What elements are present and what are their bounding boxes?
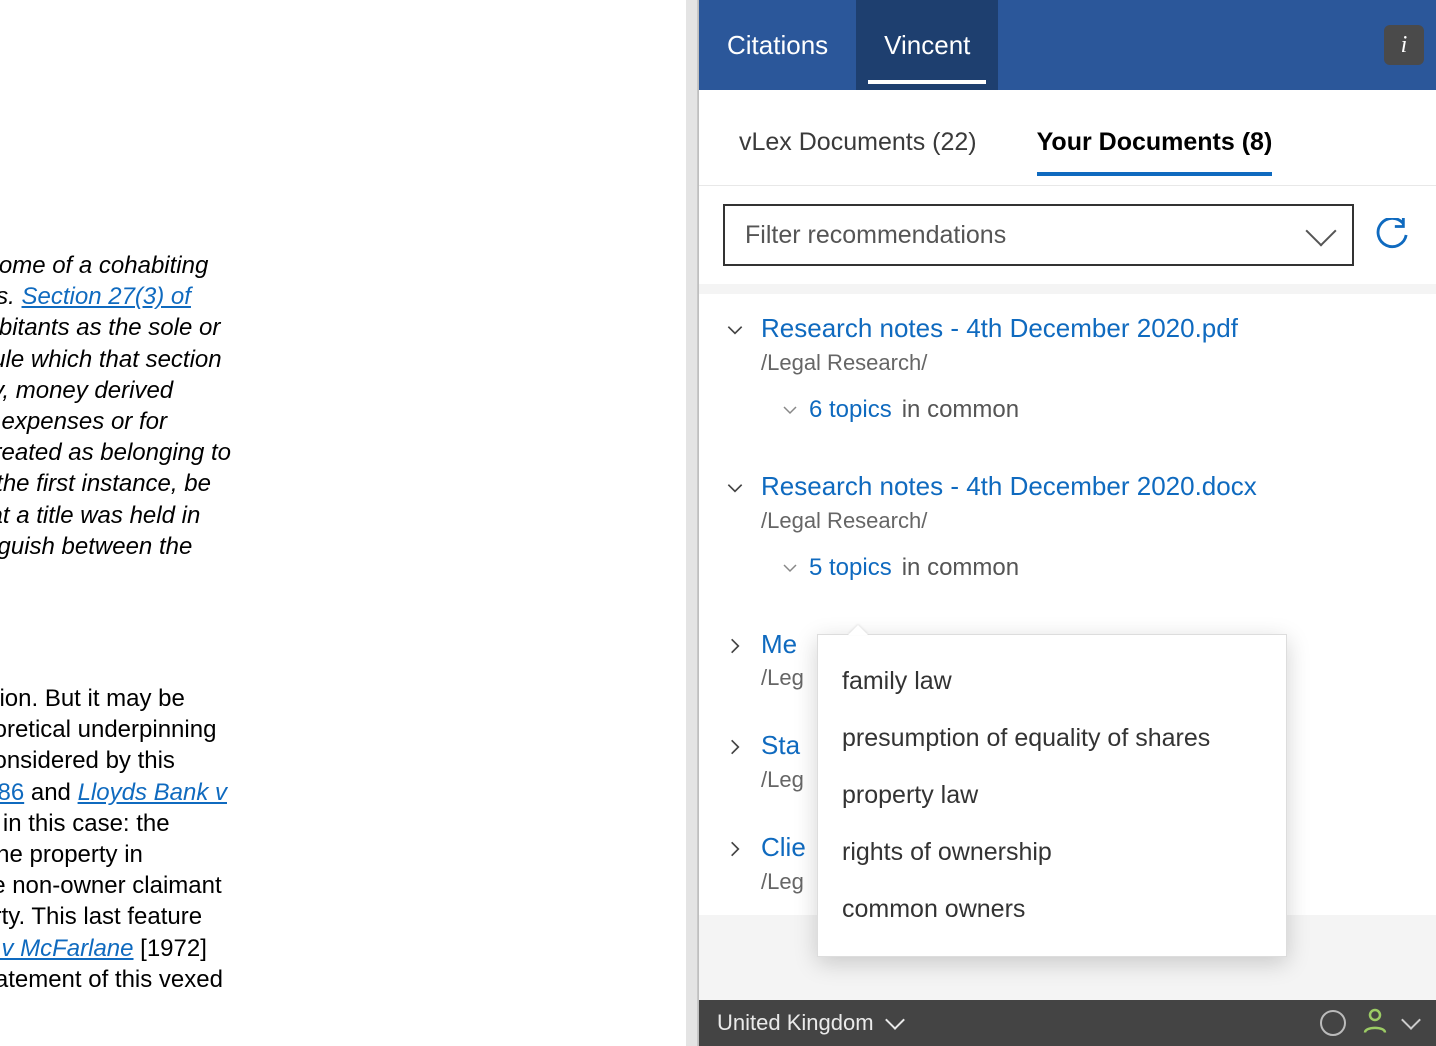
filter-row: Filter recommendations [699, 186, 1436, 284]
region-label[interactable]: United Kingdom [717, 1010, 874, 1036]
chevron-down-icon [1305, 215, 1336, 246]
vincent-panel: Citations Vincent i vLex Documents (22) … [698, 0, 1436, 1046]
topics-in-common[interactable]: 5 topics in common [781, 554, 1412, 582]
expand-toggle[interactable] [723, 634, 747, 658]
topic-item[interactable]: family law [842, 653, 1262, 710]
statute-link[interactable]: Section 27(3) of [22, 283, 191, 310]
document-paragraph: swer to how the value of the home of a c… [0, 250, 660, 593]
result-path: /Legal Research/ [761, 350, 1412, 376]
refresh-button[interactable] [1372, 215, 1412, 255]
topics-in-common[interactable]: 6 topics in common [781, 396, 1412, 424]
status-circle-icon[interactable] [1320, 1010, 1346, 1036]
topics-count: 6 topics [809, 396, 892, 424]
result-title-link[interactable]: Research notes - 4th December 2020.pdf [761, 312, 1238, 346]
tab-citations[interactable]: Citations [699, 0, 856, 90]
topics-count: 5 topics [809, 554, 892, 582]
topic-item[interactable]: property law [842, 767, 1262, 824]
topic-item[interactable]: presumption of equality of shares [842, 710, 1262, 767]
topic-item[interactable]: rights of ownership [842, 824, 1262, 881]
result-item: Research notes - 4th December 2020.pdf/L… [699, 294, 1436, 452]
result-title-link[interactable]: Me [761, 628, 797, 662]
expand-toggle[interactable] [723, 476, 747, 500]
chevron-down-icon [781, 559, 799, 577]
expand-toggle[interactable] [723, 837, 747, 861]
user-icon[interactable] [1360, 1005, 1390, 1041]
document-pane: swer to how the value of the home of a c… [0, 0, 660, 1046]
topics-popover: family lawpresumption of equality of sha… [817, 634, 1287, 957]
result-title-link[interactable]: Research notes - 4th December 2020.docx [761, 470, 1257, 504]
panel-tabbar: Citations Vincent i [699, 0, 1436, 90]
filter-recommendations-select[interactable]: Filter recommendations [723, 204, 1354, 266]
result-title-link[interactable]: Sta [761, 729, 800, 763]
topics-suffix: in common [902, 554, 1019, 582]
topic-item[interactable]: common owners [842, 881, 1262, 938]
case-link[interactable]: Lloyds Bank v [78, 779, 227, 806]
case-link[interactable]: McFarlane v McFarlane [0, 935, 134, 962]
subtab-vlex-documents[interactable]: vLex Documents (22) [739, 128, 977, 175]
result-title-link[interactable]: Clie [761, 831, 806, 865]
topics-suffix: in common [902, 396, 1019, 424]
subtab-your-documents[interactable]: Your Documents (8) [1037, 128, 1273, 175]
document-paragraph: thing at all to Lady Hale's opinion. But… [0, 683, 660, 995]
panel-subtabs: vLex Documents (22) Your Documents (8) [699, 90, 1436, 186]
result-item: Research notes - 4th December 2020.docx /… [699, 452, 1436, 610]
chevron-down-icon[interactable] [1401, 1010, 1421, 1030]
info-icon[interactable]: i [1384, 25, 1424, 65]
tab-vincent[interactable]: Vincent [856, 0, 998, 90]
panel-footer: United Kingdom [699, 1000, 1436, 1046]
expand-toggle[interactable] [723, 318, 747, 342]
chevron-down-icon [781, 401, 799, 419]
result-path: /Legal Research/ [761, 508, 1412, 534]
citation-link[interactable]: [1971] AC 886 [0, 779, 24, 806]
refresh-icon [1375, 218, 1409, 252]
filter-placeholder: Filter recommendations [745, 221, 1006, 250]
results-list: Research notes - 4th December 2020.pdf/L… [699, 284, 1436, 1000]
pane-divider[interactable] [660, 0, 698, 1046]
expand-toggle[interactable] [723, 735, 747, 759]
chevron-down-icon[interactable] [885, 1010, 905, 1030]
